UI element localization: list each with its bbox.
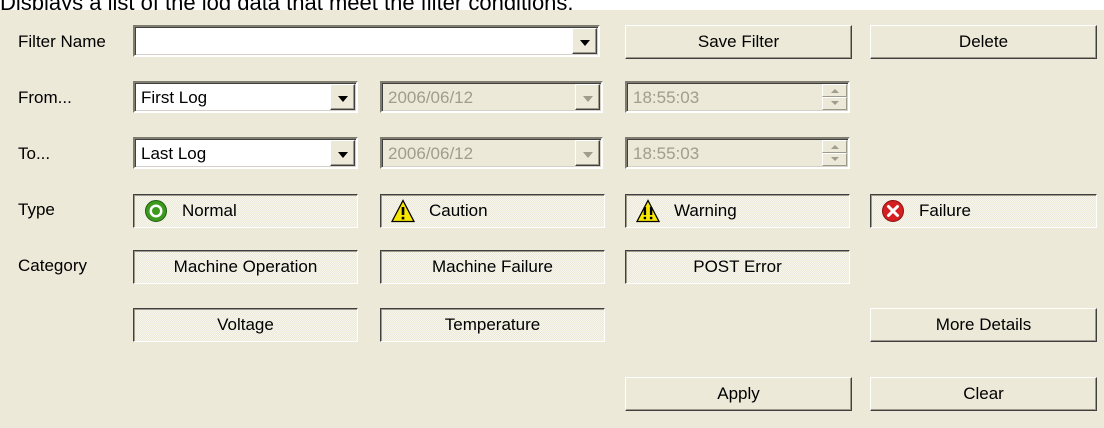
to-log-select[interactable]: Last Log (133, 137, 358, 169)
type-warning-label: Warning (674, 201, 737, 220)
to-log-dropdown-icon[interactable] (330, 140, 355, 166)
type-label: Type (18, 200, 55, 219)
save-filter-button[interactable]: Save Filter (625, 25, 852, 59)
spin-down-icon (822, 97, 847, 110)
spin-up-icon (822, 140, 847, 153)
category-temperature-toggle[interactable]: Temperature (380, 308, 605, 342)
from-date-dropdown-icon (575, 84, 600, 110)
from-time-spin-buttons (822, 84, 847, 110)
from-log-dropdown-icon[interactable] (330, 84, 355, 110)
caution-icon (391, 199, 415, 223)
category-label: Category (18, 256, 87, 275)
filter-name-dropdown-icon[interactable] (572, 28, 597, 54)
type-caution-toggle[interactable]: Caution (380, 194, 605, 228)
warning-icon (636, 199, 660, 223)
category-machine-operation-toggle[interactable]: Machine Operation (133, 250, 358, 284)
spin-down-icon (822, 153, 847, 166)
type-caution-label: Caution (429, 201, 488, 220)
failure-icon (881, 199, 905, 223)
category-post-error-toggle[interactable]: POST Error (625, 250, 850, 284)
from-time-spinner: 18:55:03 (625, 81, 850, 113)
category-voltage-toggle[interactable]: Voltage (133, 308, 358, 342)
filter-name-label: Filter Name (18, 32, 106, 51)
type-normal-toggle[interactable]: Normal (133, 194, 358, 228)
to-date-picker: 2006/06/12 (380, 137, 603, 169)
filter-name-combobox[interactable] (133, 25, 600, 57)
apply-button[interactable]: Apply (625, 377, 852, 411)
category-machine-failure-toggle[interactable]: Machine Failure (380, 250, 605, 284)
from-time-value: 18:55:03 (633, 88, 700, 107)
type-failure-label: Failure (919, 201, 971, 220)
type-warning-toggle[interactable]: Warning (625, 194, 850, 228)
delete-button[interactable]: Delete (870, 25, 1097, 59)
to-log-value: Last Log (141, 144, 207, 163)
to-time-value: 18:55:03 (633, 144, 700, 163)
to-date-value: 2006/06/12 (388, 144, 474, 163)
from-date-picker: 2006/06/12 (380, 81, 603, 113)
to-time-spin-buttons (822, 140, 847, 166)
from-date-value: 2006/06/12 (388, 88, 474, 107)
to-time-spinner: 18:55:03 (625, 137, 850, 169)
from-label: From... (18, 88, 72, 107)
more-details-button[interactable]: More Details (870, 308, 1097, 342)
type-normal-label: Normal (182, 201, 237, 220)
normal-icon (144, 199, 168, 223)
from-log-select[interactable]: First Log (133, 81, 358, 113)
spin-up-icon (822, 84, 847, 97)
to-date-dropdown-icon (575, 140, 600, 166)
clear-button[interactable]: Clear (870, 377, 1097, 411)
filter-panel: Filter Name Save Filter Delete From... F… (0, 10, 1104, 428)
type-failure-toggle[interactable]: Failure (870, 194, 1097, 228)
to-label: To... (18, 144, 51, 163)
caption-text: Displays a list of the log data that mee… (0, 0, 574, 15)
from-log-value: First Log (141, 88, 208, 107)
